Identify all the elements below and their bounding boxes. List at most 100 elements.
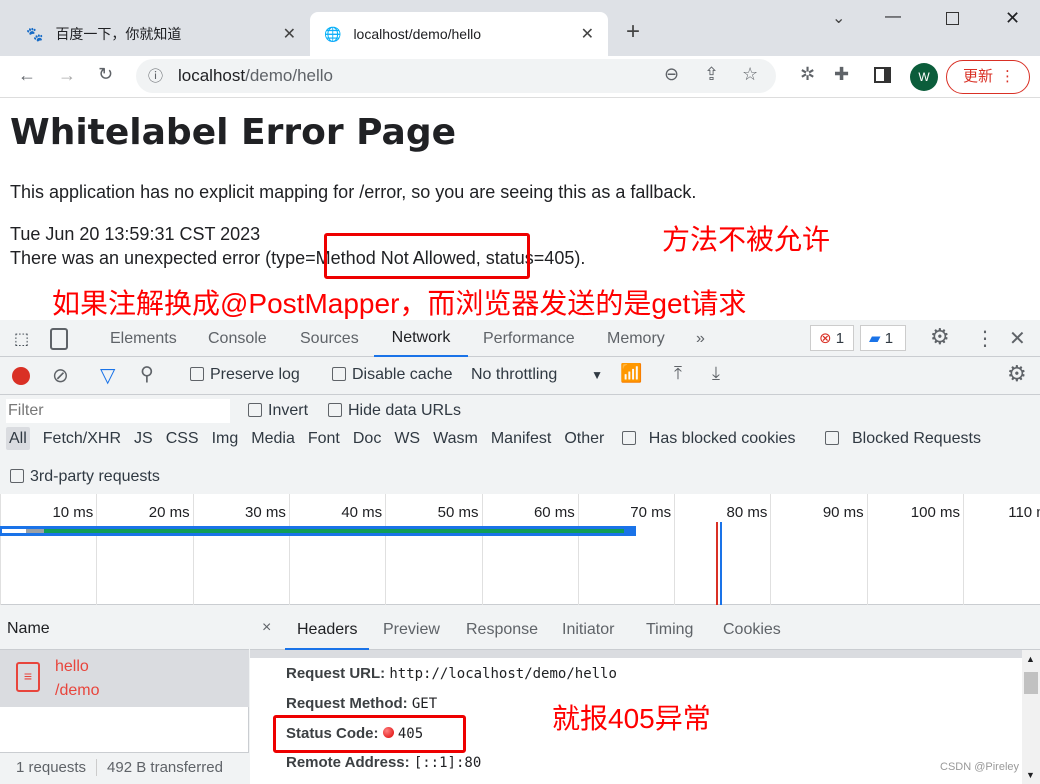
bookmark-star-icon[interactable]: ☆ [742,64,758,85]
forward-icon[interactable]: → [58,65,76,86]
tab-localhost[interactable]: 🌐 localhost/demo/hello ✕ [310,12,608,56]
detail-tab-headers[interactable]: Headers [285,605,370,650]
error-icon: ⊗ [819,330,832,347]
close-devtools-icon[interactable]: ✕ [1009,326,1026,351]
zoom-icon[interactable]: ⊖ [664,64,679,85]
minimize-button[interactable]: — [885,8,901,26]
tab-elements[interactable]: Elements [110,320,177,357]
close-window-button[interactable]: ✕ [1005,8,1020,29]
type-font[interactable]: Font [308,430,340,447]
page-title: Whitelabel Error Page [10,112,457,153]
type-all[interactable]: All [6,427,30,450]
tab-network[interactable]: Network [374,320,468,357]
tab-baidu[interactable]: 🐾 百度一下，你就知道 ✕ [12,12,310,56]
maximize-button[interactable] [946,12,959,25]
more-tabs-icon[interactable]: » [696,320,705,357]
settings-icon[interactable]: ⚙ [930,324,950,350]
header-remote-address: Remote Address: [::1]:80 [286,754,482,771]
header-request-method: Request Method: GET [286,695,438,712]
scroll-down-icon: ▼ [1026,770,1035,780]
close-tab-icon[interactable]: ✕ [283,24,296,44]
avatar[interactable]: W [910,63,938,91]
puzzle-icon[interactable]: ✚ [834,64,849,85]
request-list: Name ≡ hello /demo 1 requests 492 B trans… [0,605,249,784]
domcontentloaded-line [720,522,722,605]
type-ws[interactable]: WS [394,430,420,447]
timeline-tick: 70 ms [577,494,674,605]
preserve-log-checkbox[interactable]: Preserve log [190,366,300,384]
address-bar[interactable]: ⓘ localhost/demo/hello ⊖ ⇪ ☆ [136,59,776,93]
type-css[interactable]: CSS [166,430,199,447]
detail-tab-initiator[interactable]: Initiator [562,621,614,639]
import-har-icon[interactable]: ⤒ [674,363,682,384]
timeline-queue [2,529,26,533]
clear-icon[interactable]: ⊘ [52,363,69,388]
detail-tab-cookies[interactable]: Cookies [723,621,781,639]
update-button[interactable]: 更新 ⋮ [946,60,1030,94]
network-toolbar: ⊘ ▽ ⚲ Preserve log Disable cache No thro… [0,357,1040,395]
resource-type-filters: All Fetch/XHR JS CSS Img Media Font Doc WS Wasm Ma… [6,427,994,450]
tab-memory[interactable]: Memory [607,320,665,357]
request-details: × Headers Preview Response Initiator Tim… [250,605,1040,784]
devtools-tabbar: ⬚ Elements Console Sources Network Perfo… [0,320,1040,357]
device-toolbar-icon[interactable] [50,328,68,350]
type-doc[interactable]: Doc [353,430,381,447]
close-tab-icon[interactable]: ✕ [581,24,594,44]
detail-tab-response[interactable]: Response [466,621,538,639]
export-har-icon[interactable]: ⤓ [712,363,720,384]
highlight-box [273,715,466,753]
name-column-header[interactable]: Name [0,605,249,650]
new-tab-button[interactable]: + [626,18,640,46]
type-wasm[interactable]: Wasm [433,430,478,447]
filter-input[interactable]: Filter [6,399,230,423]
annotation-postmapping: 如果注解换成@PostMapper，而浏览器发送的是get请求 [52,288,747,319]
type-js[interactable]: JS [134,430,153,447]
messages-badge[interactable]: ▰ 1 [860,325,906,351]
type-media[interactable]: Media [251,430,295,447]
share-icon[interactable]: ⇪ [704,64,719,85]
blocked-requests-checkbox[interactable]: Blocked Requests [824,430,994,447]
message-icon: ▰ [869,330,881,347]
side-panel-icon[interactable] [874,67,891,83]
filter-icon[interactable]: ▽ [100,363,115,388]
errors-badge[interactable]: ⊗ 1 [810,325,854,351]
close-detail-icon[interactable]: × [262,619,271,637]
tab-performance[interactable]: Performance [483,320,575,357]
timeline-tick: 10 ms [0,494,96,605]
back-icon[interactable]: ← [18,65,36,86]
disable-cache-checkbox[interactable]: Disable cache [332,366,453,384]
hide-data-urls-checkbox[interactable]: Hide data URLs [328,402,461,420]
chevron-down-icon[interactable]: ⌄ [832,8,845,28]
type-img[interactable]: Img [212,430,239,447]
more-options-icon[interactable]: ⋮ [975,326,995,351]
header-request-url: Request URL: http://localhost/demo/hello [286,665,617,682]
throttling-select[interactable]: No throttling ▼ [471,366,603,384]
watermark: CSDN @Pireley [940,761,1020,773]
load-event-line [716,522,718,605]
timeline-tick: 60 ms [481,494,578,605]
type-manifest[interactable]: Manifest [491,430,551,447]
scrollbar[interactable]: ▲ ▼ [1022,650,1040,784]
network-settings-icon[interactable]: ⚙ [1007,361,1027,387]
tab-sources[interactable]: Sources [300,320,359,357]
status-bar: 1 requests 492 B transferred [0,752,249,784]
network-timeline[interactable]: 110 ms100 ms90 ms80 ms70 ms60 ms50 ms40 … [0,494,1040,605]
request-row[interactable]: ≡ hello /demo [0,650,249,707]
record-icon[interactable] [12,367,30,385]
detail-tab-preview[interactable]: Preview [383,621,440,639]
info-icon[interactable]: ⓘ [148,65,163,86]
timeline-tick: 20 ms [96,494,192,605]
detail-tab-timing[interactable]: Timing [646,621,693,639]
reload-icon[interactable]: ↻ [98,64,113,85]
type-fetch-xhr[interactable]: Fetch/XHR [43,430,121,447]
network-conditions-icon[interactable]: 📶 [620,363,642,384]
search-icon[interactable]: ⚲ [140,363,154,386]
extension-icon[interactable]: ✲ [800,64,815,85]
invert-checkbox[interactable]: Invert [248,402,308,420]
inspect-element-icon[interactable]: ⬚ [14,329,29,349]
tab-console[interactable]: Console [208,320,267,357]
dropdown-arrow-icon: ▼ [591,368,603,382]
type-other[interactable]: Other [564,430,604,447]
third-party-checkbox[interactable]: 3rd-party requests [10,468,160,486]
has-blocked-cookies-checkbox[interactable]: Has blocked cookies [621,430,809,447]
